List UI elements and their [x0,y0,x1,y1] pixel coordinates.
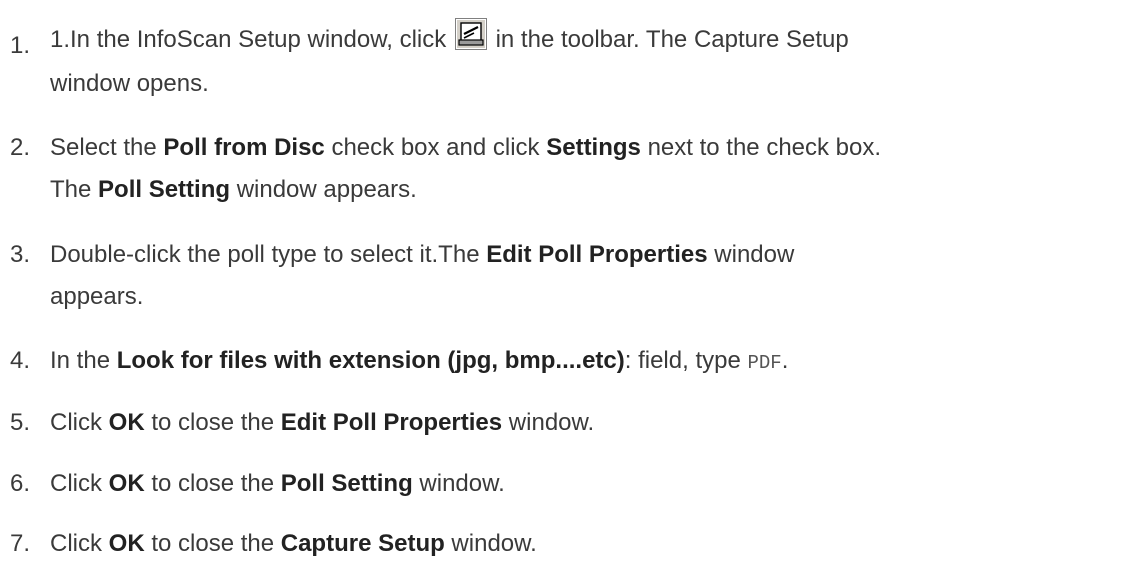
step-text: appears. [50,283,144,310]
step-text: In the Look for files with extension (jp… [50,347,789,374]
step-number: 4. [10,347,31,374]
step-text: Click OK to close the Edit Poll Properti… [50,409,595,436]
step-text: 1.In the InfoScan Setup window, click in… [50,18,849,62]
step-number: 2. [10,134,31,161]
step-text: Click OK to close the Poll Setting windo… [50,470,505,497]
procedure-steps: 1. 1.In the InfoScan Setup window, click… [0,0,1141,573]
step-text: The Poll Setting window appears. [50,176,417,203]
step-text: Click OK to close the Capture Setup wind… [50,530,537,557]
step-number: 1. [10,32,31,59]
step-number: 3. [10,241,31,268]
step-number: 6. [10,470,31,497]
code-value: PDF [747,352,782,374]
step-text: Double-click the poll type to select it.… [50,241,795,268]
step-text: window opens. [50,70,209,97]
step-number: 7. [10,530,31,557]
scanner-toolbar-icon [454,18,487,50]
step-number: 5. [10,409,31,436]
step-text: Select the Poll from Disc check box and … [50,134,882,161]
